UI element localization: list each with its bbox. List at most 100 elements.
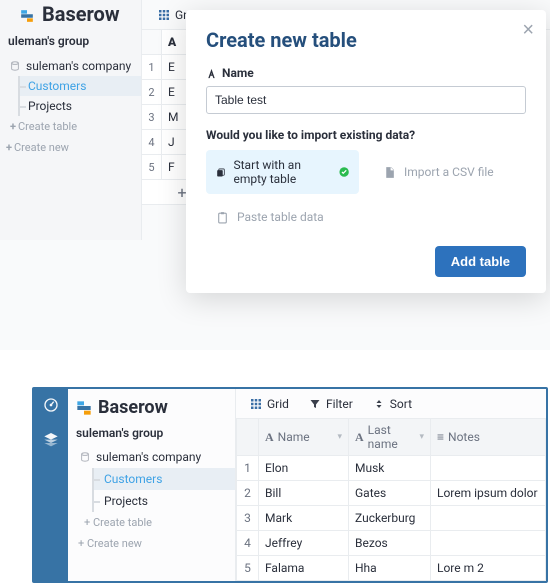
table-row[interactable]: 4JeffreyBezos [237, 531, 546, 556]
cell[interactable]: M [162, 105, 184, 129]
plus-icon: + [84, 516, 90, 529]
sort-icon [373, 398, 385, 410]
row-number: 4 [237, 531, 259, 556]
filter-icon [309, 398, 321, 410]
table-row[interactable]: 3MarkZuckerburg [237, 506, 546, 531]
column-header-notes[interactable]: ≡ Notes [431, 419, 546, 456]
name-field-label: Name [206, 66, 526, 80]
row-number: 3 [237, 506, 259, 531]
chevron-down-icon[interactable]: ▾ [337, 432, 342, 442]
sidebar: Baserow suleman's group suleman's compan… [68, 389, 236, 581]
cell-name[interactable]: Falama [259, 556, 349, 581]
cell-notes[interactable] [431, 506, 546, 531]
database-icon [10, 60, 20, 72]
sidebar-tree: Customers Projects [18, 76, 141, 116]
cell-notes[interactable] [431, 531, 546, 556]
cell-lastname[interactable]: Zuckerburg [349, 506, 431, 531]
modal-title: Create new table [206, 28, 526, 52]
table-name-input[interactable] [206, 86, 526, 114]
cell-lastname[interactable]: Gates [349, 481, 431, 506]
add-table-button[interactable]: Add table [435, 246, 526, 277]
cell-notes[interactable]: Lore m 2 [431, 556, 546, 581]
brand-logo-icon [20, 9, 34, 23]
screenshot-create-table: Baserow uleman's group suleman's company… [0, 0, 550, 350]
cell-lastname[interactable]: Hha [349, 556, 431, 581]
filter-button[interactable]: Filter [309, 397, 353, 411]
sidebar-item-customers[interactable]: Customers [20, 76, 141, 96]
cell[interactable]: J [162, 130, 181, 154]
table-row[interactable]: 5FalamaHhaLore m 2 [237, 556, 546, 581]
brand-text: Baserow [98, 397, 168, 418]
text-column-icon: A [162, 30, 182, 54]
table-row[interactable]: 2BillGatesLorem ipsum dolor [237, 481, 546, 506]
sidebar-tree: Customers Projects [92, 468, 235, 512]
row-number-header [237, 419, 259, 456]
sort-label: Sort [390, 397, 412, 411]
option-empty-label: Start with an empty table [234, 158, 331, 186]
long-text-icon: ≡ [437, 430, 444, 444]
plus-icon: + [6, 141, 12, 154]
modal-close-button[interactable]: × [522, 20, 534, 40]
filter-label: Filter [326, 397, 353, 411]
create-new-label: Create new [14, 141, 69, 154]
row-number: 3 [142, 105, 162, 129]
nav-rail [34, 389, 68, 581]
cell-notes[interactable]: Lorem ipsum dolor [431, 481, 546, 506]
cell-notes[interactable] [431, 456, 546, 481]
column-header-lastname[interactable]: A Last name▾ [349, 419, 431, 456]
column-header-name[interactable]: A Name▾ [259, 419, 349, 456]
brand: Baserow [0, 0, 141, 30]
sidebar-company[interactable]: suleman's company [4, 56, 141, 76]
cell[interactable]: E [162, 55, 181, 79]
create-table-label: Create table [93, 516, 152, 529]
sidebar: Baserow uleman's group suleman's company… [0, 0, 142, 240]
create-new-link[interactable]: + Create new [68, 533, 235, 554]
create-new-link[interactable]: +Create new [0, 137, 141, 158]
sidebar-item-projects[interactable]: Projects [20, 96, 141, 116]
check-circle-icon [339, 165, 349, 179]
brand-logo-icon [76, 400, 92, 416]
sidebar-company[interactable]: suleman's company [74, 446, 235, 468]
row-number: 5 [142, 155, 162, 179]
option-empty-table[interactable]: Start with an empty table [206, 150, 359, 194]
cell[interactable]: E [162, 80, 181, 104]
cell-name[interactable]: Elon [259, 456, 349, 481]
main-panel: Grid Filter Sort A Name▾ A Last name▾ ≡ … [236, 389, 546, 581]
brand: Baserow [68, 389, 235, 424]
dashboard-icon[interactable] [43, 397, 59, 413]
layers-icon[interactable] [43, 431, 59, 447]
name-label-text: Name [222, 66, 254, 80]
cell[interactable]: F [162, 155, 181, 179]
row-number: 2 [142, 80, 162, 104]
sort-button[interactable]: Sort [373, 397, 412, 411]
cell-lastname[interactable]: Musk [349, 456, 431, 481]
clipboard-icon [216, 211, 229, 224]
create-table-label: Create table [18, 120, 77, 133]
create-table-modal: × Create new table Name Would you like t… [186, 10, 546, 293]
database-icon [80, 451, 90, 463]
cell-name[interactable]: Bill [259, 481, 349, 506]
file-icon [383, 166, 396, 179]
chevron-down-icon[interactable]: ▾ [419, 432, 424, 442]
grid-label: Grid [267, 397, 289, 411]
table-row[interactable]: 1ElonMusk [237, 456, 546, 481]
import-question: Would you like to import existing data? [206, 128, 526, 142]
company-label: suleman's company [26, 59, 131, 73]
row-number: 4 [142, 130, 162, 154]
view-grid-button[interactable]: Grid [250, 397, 289, 411]
sidebar-item-customers[interactable]: Customers [94, 468, 235, 490]
row-number: 1 [142, 55, 162, 79]
sidebar-item-projects[interactable]: Projects [94, 490, 235, 512]
option-csv-label: Import a CSV file [404, 165, 494, 179]
cell-name[interactable]: Jeffrey [259, 531, 349, 556]
cell-lastname[interactable]: Bezos [349, 531, 431, 556]
group-name: uleman's group [0, 30, 141, 54]
option-import-csv[interactable]: Import a CSV file [373, 150, 526, 194]
copy-icon [216, 166, 226, 179]
row-number: 2 [237, 481, 259, 506]
create-table-link[interactable]: +Create table [4, 116, 141, 137]
option-paste-data[interactable]: Paste table data [206, 202, 359, 232]
cell-name[interactable]: Mark [259, 506, 349, 531]
create-table-link[interactable]: + Create table [74, 512, 235, 533]
toolbar: Grid Filter Sort [236, 389, 546, 419]
